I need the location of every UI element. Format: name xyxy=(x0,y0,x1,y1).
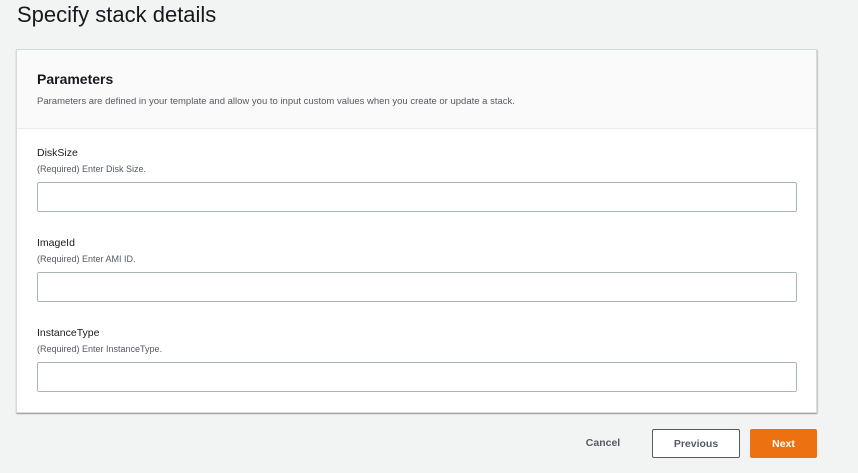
page: Specify stack details Parameters Paramet… xyxy=(0,0,858,473)
disk-size-input[interactable] xyxy=(37,182,797,212)
image-id-input[interactable] xyxy=(37,272,797,302)
instance-type-input[interactable] xyxy=(37,362,797,392)
cancel-button[interactable]: Cancel xyxy=(570,430,636,456)
previous-button[interactable]: Previous xyxy=(652,429,740,458)
field-hint-image-id: (Required) Enter AMI ID. xyxy=(37,254,136,264)
next-button[interactable]: Next xyxy=(750,429,817,458)
field-hint-instance-type: (Required) Enter InstanceType. xyxy=(37,344,163,354)
parameters-description: Parameters are defined in your template … xyxy=(37,96,515,107)
field-hint-disk-size: (Required) Enter Disk Size. xyxy=(37,164,147,174)
field-label-image-id: ImageId xyxy=(37,237,75,249)
parameters-header: Parameters Parameters are defined in you… xyxy=(17,50,816,129)
field-label-disk-size: DiskSize xyxy=(37,147,78,159)
parameters-title: Parameters xyxy=(37,71,114,87)
field-label-instance-type: InstanceType xyxy=(37,327,100,339)
page-title: Specify stack details xyxy=(17,2,217,27)
parameters-panel: Parameters Parameters are defined in you… xyxy=(16,49,817,413)
